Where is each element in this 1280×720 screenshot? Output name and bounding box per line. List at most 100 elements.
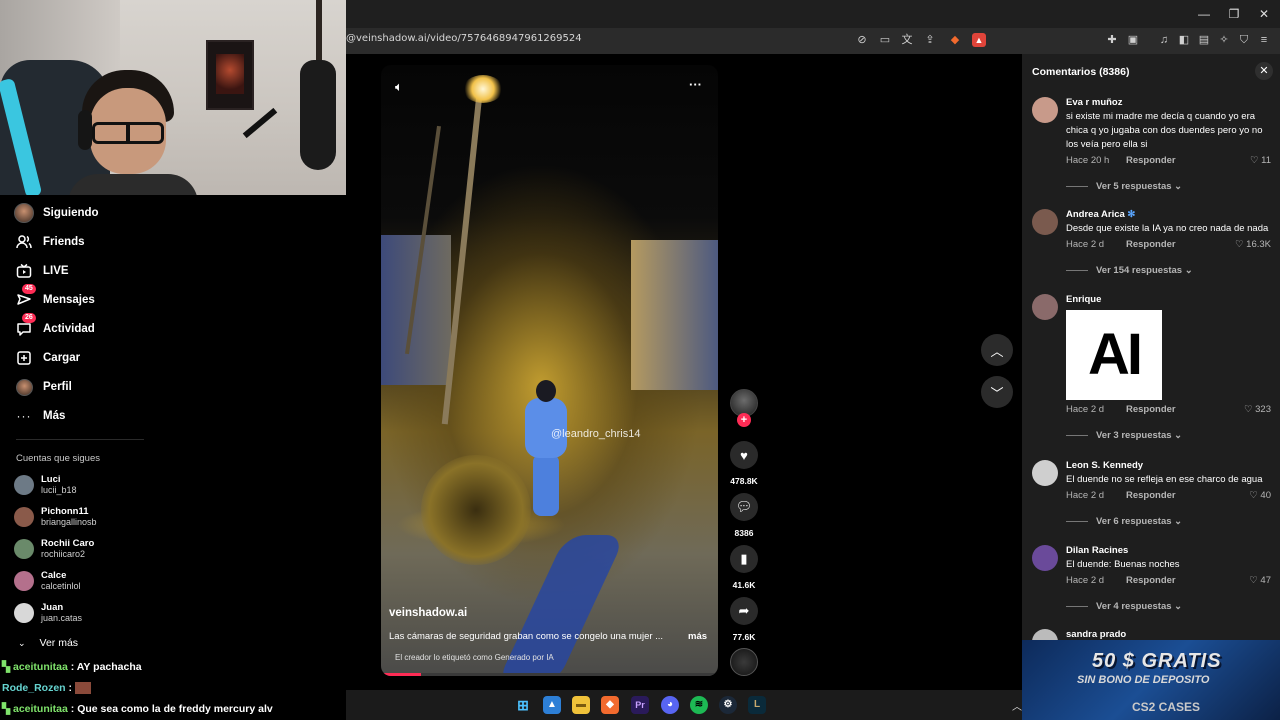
mute-tab-icon[interactable]: ⊘ [854,32,870,48]
translate-icon[interactable]: 文 [899,32,915,48]
view-replies-label: Ver 154 respuestas [1096,265,1183,276]
more-icon: ··· [16,409,32,423]
vpn-icon[interactable]: ⛉ [1236,32,1252,48]
sidebar-divider [16,439,144,440]
media-icon[interactable]: ♫ [1156,32,1172,48]
reply-button[interactable]: Responder [1126,239,1176,250]
previous-video-button[interactable]: ︿ [981,334,1013,366]
video-progress[interactable] [381,673,718,676]
comment-time: Hace 2 d [1066,490,1105,501]
video-account[interactable]: veinshadow.ai [389,607,467,619]
view-replies-button[interactable]: Ver 154 respuestas ⌄ [1066,265,1193,276]
following-handle: rochiicaro2 [41,549,86,559]
premiere-icon[interactable]: Pr [631,696,649,714]
video-caption: Las cámaras de seguridad graban como se … [389,631,664,642]
brave-shields-icon[interactable]: ◆ [947,32,963,48]
avatar[interactable] [1032,545,1058,571]
avatar [14,539,34,559]
stream-ad-banner: 50 $ GRATIS SIN BONO DE DEPOSITO CS2 CAS… [1022,640,1280,720]
nav-cargar[interactable]: Cargar [14,347,80,369]
chevron-down-icon: ⌄ [1174,601,1183,612]
leo-icon[interactable]: ✧ [1216,32,1232,48]
steam-icon[interactable]: ⚙ [719,696,737,714]
maximize-button[interactable]: ❐ [1224,6,1244,22]
extensions-icon[interactable]: ✚ [1104,32,1120,48]
discord-icon[interactable]: ◕ [661,696,679,714]
chat-badge-icon: ▚ [2,703,11,715]
following-item[interactable]: Calce calcetinlol [14,567,81,595]
nav-friends[interactable]: Friends [14,231,85,253]
view-replies-button[interactable]: Ver 5 respuestas ⌄ [1066,181,1182,192]
following-item[interactable]: Pichonn11 briangallinosb [14,503,97,531]
reply-button[interactable]: Responder [1126,490,1176,501]
comment-username[interactable]: Enrique [1066,294,1101,305]
heart-outline-icon: ♡ [1249,575,1258,586]
reply-button[interactable]: Responder [1126,575,1176,586]
comment-username[interactable]: Eva r muñoz [1066,97,1123,108]
league-icon[interactable]: L [748,696,766,714]
reply-button[interactable]: Responder [1126,404,1176,415]
next-video-button[interactable]: ﹀ [981,376,1013,408]
avatar[interactable] [1032,294,1058,320]
tray-chevron-icon[interactable]: ︿ [1012,698,1022,713]
caption-more-button[interactable]: más [688,631,707,642]
photos-icon[interactable]: ▲ [543,696,561,714]
spotify-icon[interactable]: ≋ [690,696,708,714]
nav-perfil[interactable]: Perfil [14,376,72,398]
nav-actividad[interactable]: 26 Actividad [14,313,95,340]
share-icon[interactable]: ⇪ [922,32,938,48]
screenshot-icon[interactable]: ▭ [877,32,893,48]
like-button[interactable]: ♥ [730,441,758,469]
brave-rewards-icon[interactable]: ▲ [972,33,986,47]
close-window-button[interactable]: ✕ [1254,6,1274,22]
see-more-following[interactable]: ⌄ Ver más [18,637,78,649]
following-name: Rochii Caro [41,538,95,549]
nav-siguiendo[interactable]: Siguiendo [14,202,99,224]
reply-button[interactable]: Responder [1126,155,1176,166]
follow-plus-icon[interactable]: + [737,413,751,427]
comment-username[interactable]: Leon S. Kennedy [1066,460,1143,471]
menu-icon[interactable]: ≡ [1256,32,1272,48]
video-player[interactable]: @leandro_chris14 🔈︎ ··· veinshadow.ai La… [381,65,718,676]
comment-like[interactable]: ♡ 11 [1250,155,1271,166]
nav-mensajes[interactable]: 45 Mensajes [14,284,95,311]
save-button[interactable]: ▮ [730,545,758,573]
nav-live[interactable]: LIVE [14,260,69,282]
address-bar[interactable]: @veinshadow.ai/video/7576468947961269524 [346,33,582,44]
wallet-icon[interactable]: ▤ [1196,32,1212,48]
following-item[interactable]: Luci lucii_b18 [14,471,77,499]
avatar[interactable] [1032,97,1058,123]
comment-username[interactable]: sandra prado [1066,629,1126,640]
following-item[interactable]: Rochii Caro rochiicaro2 [14,535,94,563]
ad-subline: SIN BONO DE DEPOSITO [1077,674,1210,686]
avatar[interactable] [1032,460,1058,486]
brave-icon[interactable]: ◆ [601,696,619,714]
music-disc-icon[interactable] [730,648,758,676]
view-replies-button[interactable]: Ver 4 respuestas ⌄ [1066,601,1182,612]
comment-like[interactable]: ♡ 47 [1249,575,1271,586]
close-comments-button[interactable]: ✕ [1255,62,1273,80]
avatar[interactable] [1032,209,1058,235]
nav-mas[interactable]: ··· Más [14,405,66,427]
comment-like[interactable]: ♡ 323 [1244,404,1271,415]
avatar[interactable] [1032,629,1058,640]
comment-like[interactable]: ♡ 16.3K [1235,239,1271,250]
comment-username-text: Andrea Arica [1066,209,1125,220]
comment-image[interactable]: AI [1066,310,1162,400]
volume-icon[interactable]: 🔈︎ [395,79,403,95]
tab-search-icon[interactable]: ▣ [1125,32,1141,48]
following-item[interactable]: Juan juan.catas [14,599,82,627]
view-replies-button[interactable]: Ver 6 respuestas ⌄ [1066,516,1182,527]
comment-username[interactable]: Andrea Arica ✻ [1066,209,1135,220]
sidebar-icon[interactable]: ◧ [1176,32,1192,48]
activity-icon: 26 [14,313,36,339]
comment-button[interactable]: 💬︎ [730,493,758,521]
comment-username[interactable]: Dilan Racines [1066,545,1128,556]
share-button[interactable]: ➦ [730,597,758,625]
minimize-button[interactable]: — [1194,6,1214,22]
comment-like[interactable]: ♡ 40 [1249,490,1271,501]
more-options-icon[interactable]: ··· [689,77,702,92]
windows-icon[interactable]: ⊞ [514,696,532,714]
view-replies-button[interactable]: Ver 3 respuestas ⌄ [1066,430,1182,441]
folder-icon[interactable]: ▬ [572,696,590,714]
